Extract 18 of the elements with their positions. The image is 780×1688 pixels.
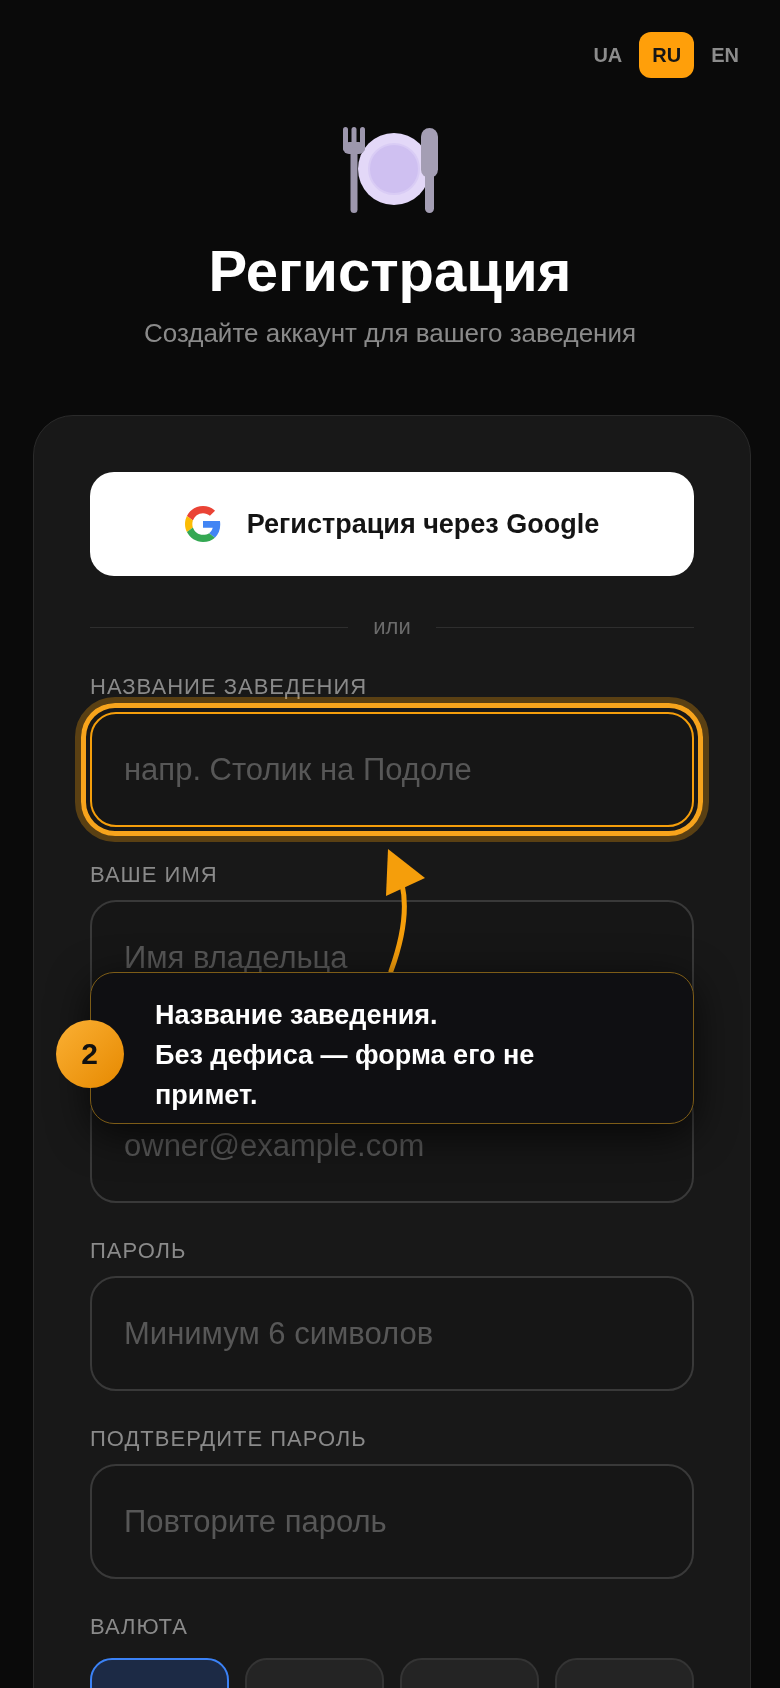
language-tab[interactable]: EN [698, 32, 752, 78]
language-tab[interactable]: UA [580, 32, 636, 78]
divider-text: или [372, 615, 412, 639]
google-g-icon [184, 506, 221, 542]
input-field[interactable]: Повторите пароль [90, 1464, 694, 1579]
step-number-badge: 2 [55, 1019, 124, 1088]
google-signup-button[interactable]: Регистрация через Google [90, 472, 694, 576]
plate-cutlery-icon [342, 127, 438, 213]
field-label: НАЗВАНИЕ ЗАВЕДЕНИЯ [90, 676, 369, 698]
field-label: ПАРОЛЬ [90, 1240, 188, 1262]
field-label: ВАЛЮТА [90, 1616, 189, 1638]
input-field[interactable]: Минимум 6 символов [90, 1276, 694, 1391]
page-title: Регистрация [207, 237, 573, 305]
field-label: ПОДТВЕРДИТЕ ПАРОЛЬ [90, 1428, 368, 1450]
page-subtitle: Создайте аккаунт для вашего заведения [142, 317, 638, 350]
language-tab[interactable]: RU [639, 32, 695, 78]
input-field[interactable]: напр. Столик на Подоле [90, 712, 694, 827]
field-label: ВАШЕ ИМЯ [90, 864, 219, 886]
